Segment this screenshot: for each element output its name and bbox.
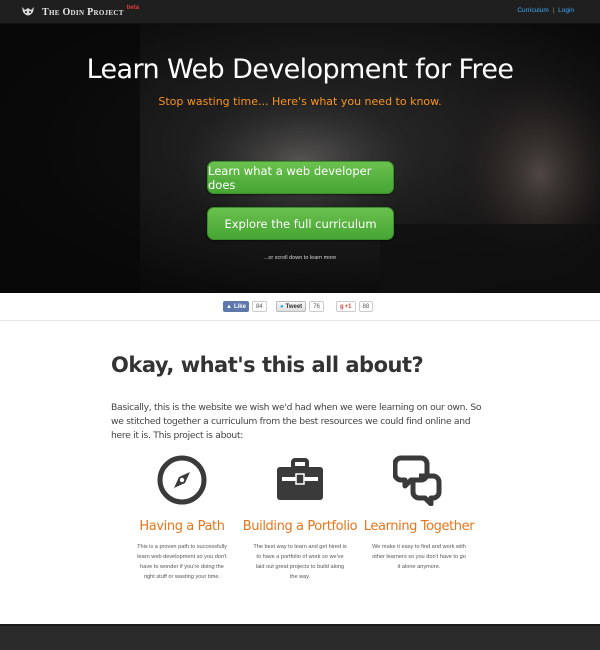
explore-curriculum-button[interactable]: Explore the full curriculum [207, 207, 394, 240]
tweet-label: Tweet [285, 303, 303, 310]
social-share-bar: ▲ Like 84 ● Tweet 76 g +1 88 [0, 293, 600, 321]
brand-name: The Odin Project [42, 6, 124, 18]
feature-title: Having a Path [139, 519, 225, 534]
facebook-like-count: 84 [251, 301, 267, 312]
feature-learning-together: Learning Together We make it easy to fin… [361, 454, 477, 572]
hero-section: Learn Web Development for Free Stop wast… [0, 24, 600, 293]
google-plus-icon: g [340, 303, 344, 310]
facebook-like-button[interactable]: ▲ Like [223, 301, 249, 312]
chat-bubbles-icon [393, 455, 442, 506]
google-plus-widget: g +1 88 [336, 301, 374, 312]
hero-title: Learn Web Development for Free [86, 54, 514, 85]
nav-links: Curriculum | Login [517, 7, 574, 14]
feature-title: Learning Together [363, 519, 475, 534]
feature-title: Building a Portfolio [242, 519, 358, 534]
feature-description: We make it easy to find and work with ot… [372, 544, 466, 570]
hero-subtitle: Stop wasting time... Here's what you nee… [158, 95, 442, 108]
google-plus-label: +1 [344, 303, 352, 310]
google-plus-button[interactable]: g +1 [336, 301, 356, 312]
twitter-bird-icon: ● [280, 303, 284, 310]
twitter-tweet-widget: ● Tweet 76 [276, 301, 324, 312]
footer-bar [0, 624, 600, 650]
facebook-like-label: Like [233, 303, 246, 310]
brand[interactable]: The Odin Project beta [20, 4, 139, 20]
feature-having-a-path: Having a Path This is a proven path to s… [124, 454, 240, 582]
scroll-hint: ...or scroll down to learn more [263, 255, 337, 261]
beta-badge: beta [126, 5, 140, 11]
feature-building-a-portfolio: Building a Portfolio The best way to lea… [242, 454, 358, 582]
about-heading: Okay, what's this all about? [111, 353, 424, 377]
facebook-like-widget: ▲ Like 84 [223, 301, 267, 312]
feature-description: The best way to learn and get hired is t… [253, 544, 347, 580]
nav-login-link[interactable]: Login [558, 7, 574, 14]
thumbs-up-icon: ▲ [226, 303, 232, 310]
learn-web-developer-button[interactable]: Learn what a web developer does [207, 161, 394, 194]
odin-logo-icon [22, 7, 34, 16]
feature-description: This is a proven path to successfully le… [137, 544, 227, 580]
nav-separator: | [552, 7, 555, 14]
google-plus-count: 88 [358, 301, 374, 312]
compass-icon [157, 455, 207, 505]
about-description: Basically, this is the website we wish w… [111, 402, 482, 441]
briefcase-icon [277, 458, 323, 500]
nav-curriculum-link[interactable]: Curriculum [517, 7, 548, 14]
tweet-count: 76 [309, 301, 324, 312]
tweet-button[interactable]: ● Tweet [276, 301, 307, 312]
top-navbar: The Odin Project beta Curriculum | Login [0, 0, 600, 24]
